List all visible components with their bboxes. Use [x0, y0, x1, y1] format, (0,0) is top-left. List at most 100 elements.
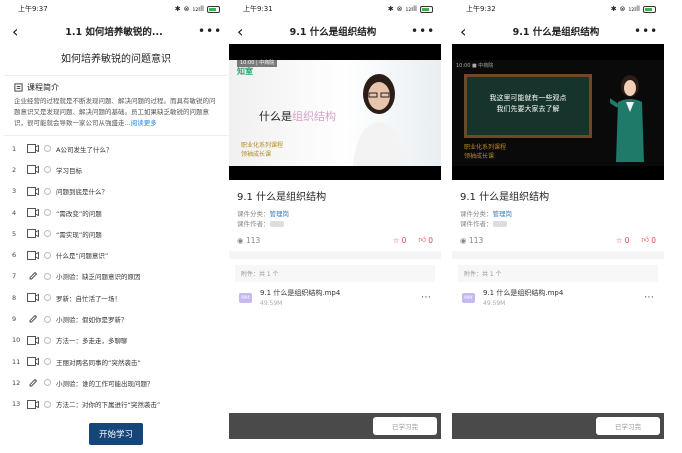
chapter-label: 王丽对两名同事的“突然袭击”	[56, 358, 141, 367]
video-icon	[26, 229, 40, 239]
progress-circle-icon	[44, 379, 51, 387]
video-title: 9.1 什么是组织结构	[237, 192, 327, 203]
author-blurred	[269, 221, 284, 227]
favorite-button[interactable]: ☆ 0	[393, 235, 407, 245]
video-player[interactable]: 10:00 | 中商院 知室 什么是组织结构 职业化系列课程 领袖成长课	[229, 44, 441, 180]
chapter-item[interactable]: 8 罗新：自忙活了一场！	[12, 287, 220, 308]
chapter-item[interactable]: 9 小测验：假如你是罗新？	[12, 308, 220, 329]
chapter-item[interactable]: 11 王丽对两名同事的“突然袭击”	[12, 351, 220, 372]
chapter-number: 3	[12, 187, 17, 196]
progress-circle-icon	[44, 209, 51, 217]
progress-circle-icon	[44, 358, 51, 366]
thumb-icon: 👍︎	[641, 235, 650, 244]
author-label: 课件作者：	[237, 220, 270, 228]
category-link[interactable]: 管理岗	[493, 210, 513, 218]
alarm-icon: ⊗	[619, 5, 626, 13]
video-logo: 知室	[237, 67, 253, 76]
blackboard: 我这里可能就有一些观点 我们先要大家去了解	[464, 74, 592, 138]
chapter-item[interactable]: 4 “需改变”的问题	[12, 202, 220, 223]
status-time: 上午9:37	[18, 5, 48, 13]
chapter-item[interactable]: 1 A公司发生了什么？	[12, 138, 220, 159]
battery-icon	[643, 5, 656, 13]
chapter-item[interactable]: 2 学习目标	[12, 159, 220, 180]
chapter-item[interactable]: 12 小测验：谁的工作可能出现问题？	[12, 372, 220, 393]
chapter-number: 2	[12, 165, 17, 174]
favorite-button[interactable]: ☆ 0	[616, 235, 630, 245]
chapter-item[interactable]: 7 小测验：缺乏问题意识的原因	[12, 266, 220, 287]
video-icon	[26, 186, 40, 196]
chapter-item[interactable]: 10 方法一：多走走，多聊聊	[12, 330, 220, 351]
board-text: 我这里可能就有一些观点 我们先要大家去了解	[467, 93, 589, 115]
file-icon: MP4	[462, 292, 475, 303]
progress-circle-icon	[44, 251, 51, 259]
category-link[interactable]: 管理岗	[270, 210, 290, 218]
intro-body: 企业经营的过程就是不断发现问题、解决问题的过程。而具有敏锐的问题意识又是发现问题…	[14, 97, 216, 127]
chapter-label: 小测验：谁的工作可能出现问题？	[56, 379, 154, 388]
status-icons: ✱ ⊗ ₁₂ıll	[388, 5, 433, 13]
category-label: 课件分类：	[237, 210, 270, 218]
stats-row: ◉ 113 ☆ 0 👍︎ 0	[229, 229, 441, 251]
file-more-icon[interactable]: ⋯	[644, 292, 654, 303]
course-screen: 上午9:37 ✱ ⊗ ₁₂ıll ‹ 1.1 如何培养敏锐的... ••• 如何…	[4, 0, 228, 453]
file-name: 9.1 什么是组织结构.mp4	[260, 289, 341, 297]
progress-circle-icon	[44, 315, 51, 323]
back-icon[interactable]: ‹	[237, 22, 255, 41]
attachment-file[interactable]: MP4 9.1 什么是组织结构.mp4 49.59M ⋯	[452, 282, 664, 313]
read-more-link[interactable]: 阅读更多	[131, 119, 157, 127]
section-gap	[229, 251, 441, 259]
intro-header: 课程简介	[4, 76, 228, 96]
board-line1: 我这里可能就有一些观点	[489, 94, 567, 102]
back-icon[interactable]: ‹	[12, 22, 30, 41]
chapter-item[interactable]: 3 问题到底是什么？	[12, 181, 220, 202]
video-icon	[26, 335, 40, 345]
video-sub-line2: 领袖成长课	[241, 151, 272, 158]
video-title-prefix: 什么是	[259, 110, 292, 123]
attachment-file[interactable]: MP4 9.1 什么是组织结构.mp4 49.59M ⋯	[229, 282, 441, 313]
chapter-item[interactable]: 6 什么是“问题意识”	[12, 244, 220, 265]
chapter-number: 4	[12, 208, 17, 217]
video-meta: 课件分类：管理岗 课件作者：	[460, 209, 656, 229]
video-subtitle: 职业化系列课程 领袖成长课	[464, 142, 506, 160]
course-title: 如何培养敏锐的问题意识	[4, 44, 228, 76]
status-bar: 上午9:31 ✱ ⊗ ₁₂ıll	[229, 0, 441, 18]
chapter-number: 1	[12, 144, 17, 153]
file-icon: MP4	[239, 292, 252, 303]
progress-circle-icon	[44, 272, 51, 280]
more-icon[interactable]: •••	[411, 24, 434, 38]
video-title-highlight: 组织结构	[292, 110, 336, 123]
video-player[interactable]: 10:00 ■ 中商院 我这里可能就有一些观点 我们先要大家去了解 职业化系列课…	[452, 44, 664, 180]
battery-icon	[207, 5, 220, 13]
chapter-item[interactable]: 5 “需实现”的问题	[12, 223, 220, 244]
quiz-pencil-icon	[26, 272, 40, 281]
board-line2: 我们先要大家去了解	[496, 105, 560, 113]
video-icon	[26, 165, 40, 175]
star-icon: ☆	[615, 235, 623, 245]
video-info: 9.1 什么是组织结构 课件分类：管理岗 课件作者：	[229, 180, 441, 229]
file-size: 49.59M	[483, 300, 506, 307]
like-button[interactable]: 👍︎ 0	[641, 235, 656, 245]
chapter-label: 小测验：缺乏问题意识的原因	[56, 273, 141, 282]
chapter-item[interactable]: 13 方法二：对你的下属进行“突然袭击”	[12, 394, 220, 415]
views-stat: ◉ 113	[460, 236, 483, 245]
chapter-label: “需改变”的问题	[56, 209, 102, 218]
attachments-header: 附件：共 1 个	[235, 265, 435, 282]
more-icon[interactable]: •••	[198, 24, 221, 38]
views-stat: ◉ 113	[237, 236, 260, 245]
more-icon[interactable]: •••	[634, 24, 657, 38]
chapter-label: 方法一：多走走，多聊聊	[56, 337, 128, 346]
signal-icon: ₁₂ıll	[405, 5, 417, 13]
start-bar: 开始学习	[4, 415, 228, 453]
back-icon[interactable]: ‹	[460, 22, 478, 41]
file-more-icon[interactable]: ⋯	[421, 292, 431, 303]
like-count: 0	[651, 235, 656, 245]
learned-button[interactable]: 已学习完	[596, 417, 660, 435]
file-size: 49.59M	[260, 300, 283, 307]
chapter-label: 小测验：假如你是罗新？	[56, 316, 128, 325]
signal-icon: ₁₂ıll	[192, 5, 204, 13]
intro-text: 企业经营的过程就是不断发现问题、解决问题的过程。而具有敏锐的问题意识又是发现问题…	[4, 96, 228, 129]
learned-button[interactable]: 已学习完	[373, 417, 437, 435]
like-button[interactable]: 👍︎ 0	[418, 235, 433, 245]
start-learning-button[interactable]: 开始学习	[88, 423, 143, 445]
video-icon	[26, 144, 40, 154]
views-count: 113	[468, 235, 484, 245]
